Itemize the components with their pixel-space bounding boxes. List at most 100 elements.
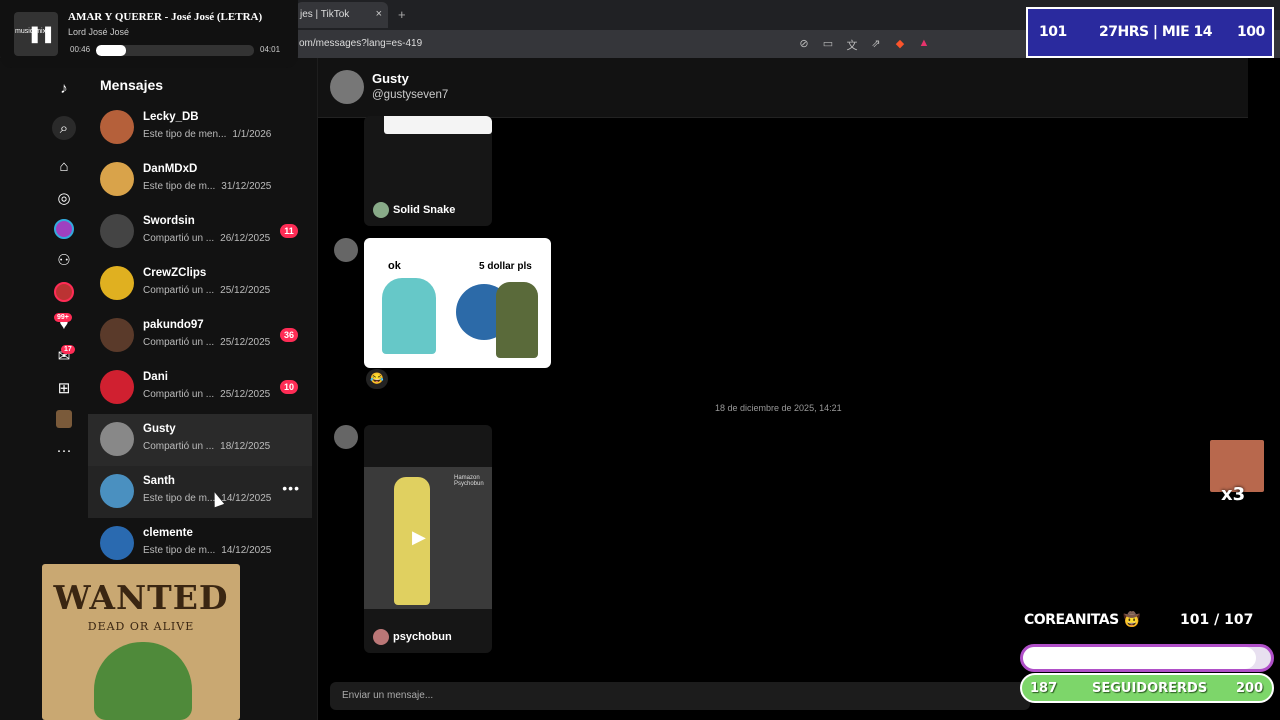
conversation-item[interactable]: Swordsin Compartió un ... 26/12/2025 11 [88, 206, 312, 258]
wanted-title: WANTED [53, 578, 229, 617]
conversation-date: 31/12/2025 [221, 181, 272, 192]
conversation-item[interactable]: CrewZClips Compartió un ... 25/12/2025 [88, 258, 312, 310]
conversation-date: 25/12/2025 [220, 285, 271, 296]
stream-right-number: 100 [1237, 24, 1265, 40]
home-icon[interactable]: ⌂ [52, 154, 76, 178]
chat-handle[interactable]: @gustyseven7 [372, 89, 448, 101]
translate-icon[interactable]: 文 [845, 37, 859, 53]
pause-icon[interactable]: ❚❚ [28, 24, 55, 44]
more-options-icon[interactable]: ••• [282, 480, 300, 496]
conversation-preview-text: Este tipo de m... [143, 545, 216, 556]
conversation-name: clemente [143, 527, 193, 539]
share-icon[interactable]: ⇗ [869, 37, 883, 53]
play-icon[interactable]: ▶ [412, 527, 426, 548]
conversation-preview: Compartió un ... 18/12/2025 [143, 441, 270, 452]
upload-icon[interactable]: ⊞ [52, 376, 76, 400]
conversation-avatar [100, 318, 134, 352]
messages-title: Mensajes [100, 77, 164, 93]
conversation-date: 18/12/2025 [220, 441, 271, 452]
conversation-item[interactable]: DanMDxD Este tipo de m... 31/12/2025 [88, 154, 312, 206]
conversation-preview: Compartió un ... 25/12/2025 [143, 389, 270, 400]
friends-icon[interactable]: ⚇ [52, 248, 76, 272]
conversation-avatar [100, 266, 134, 300]
chat-name[interactable]: Gusty [372, 71, 409, 86]
inbox-badge: 17 [61, 345, 75, 354]
meme-text-left: ok [388, 260, 401, 272]
new-tab-icon[interactable]: + [398, 7, 406, 22]
author-avatar [373, 629, 389, 645]
tiktok-logo-icon[interactable]: ♪ [52, 76, 76, 100]
shared-video-card[interactable]: ▶ Hamazon Psychobun psychobun [364, 425, 492, 653]
conversation-item[interactable]: Santh Este tipo de m... 14/12/2025 ••• [88, 466, 312, 518]
video-watermark: Hamazon Psychobun [454, 475, 484, 487]
conversation-avatar [100, 370, 134, 404]
shared-post-card[interactable]: Solid Snake [364, 116, 492, 226]
conversation-preview-text: Compartió un ... [143, 233, 215, 244]
reaction-emoji[interactable]: 😂 [366, 369, 388, 389]
no-tracking-icon[interactable]: ⊘ [797, 37, 811, 53]
conversation-date: 25/12/2025 [220, 389, 271, 400]
conversation-preview-text: Este tipo de men... [143, 129, 227, 140]
video-thumbnail: ▶ Hamazon Psychobun [364, 467, 492, 609]
conversation-item[interactable]: Dani Compartió un ... 25/12/2025 10 [88, 362, 312, 414]
conversation-item[interactable]: Gusty Compartió un ... 18/12/2025 [88, 414, 312, 466]
conversation-name: Dani [143, 371, 168, 383]
conversation-avatar [100, 214, 134, 248]
author-name: psychobun [393, 631, 452, 643]
shared-video-author[interactable]: psychobun [373, 629, 452, 645]
conversation-name: Gusty [143, 423, 176, 435]
profile-avatar-icon[interactable] [52, 407, 76, 431]
meme-soldier-figure [496, 282, 538, 358]
conversation-preview: Compartió un ... 26/12/2025 [143, 233, 270, 244]
conversation-item[interactable]: pakundo97 Compartió un ... 25/12/2025 36 [88, 310, 312, 362]
rewards-triangle-icon[interactable]: ▲ [917, 37, 931, 53]
conversation-date: 25/12/2025 [220, 337, 271, 348]
conversation-item[interactable]: clemente Este tipo de m... 14/12/2025 [88, 518, 312, 570]
conversation-avatar [100, 526, 134, 560]
tab-close-icon[interactable]: × [376, 8, 382, 20]
cast-icon[interactable]: ▭ [821, 37, 835, 53]
song-progress-fill [96, 45, 127, 56]
conversation-avatar [100, 110, 134, 144]
search-icon[interactable]: ⌕ [52, 116, 76, 140]
goal-progress-fill [1023, 647, 1257, 669]
conversation-item[interactable]: Lecky_DB Este tipo de men... 1/1/2026 [88, 102, 312, 154]
conversation-preview: Este tipo de men... 1/1/2026 [143, 129, 271, 140]
conversation-date: 1/1/2026 [232, 129, 272, 140]
brave-shield-icon[interactable]: ◆ [893, 37, 907, 53]
conversation-avatar [100, 474, 134, 508]
song-progress-bar[interactable] [96, 45, 254, 56]
explore-icon[interactable]: ◎ [52, 186, 76, 210]
stream-counter-box: 101 27HRS | MIE 14 100 [1026, 7, 1274, 58]
conversation-name: Swordsin [143, 215, 195, 227]
unread-badge: 10 [279, 380, 298, 394]
message-sender-avatar[interactable] [334, 238, 358, 262]
url-text[interactable]: om/messages?lang=es-419 [299, 38, 422, 49]
chat-avatar[interactable] [330, 70, 364, 104]
message-sender-avatar[interactable] [334, 425, 358, 449]
author-name: Solid Snake [393, 204, 456, 216]
live-avatar-icon[interactable] [52, 280, 76, 304]
music-player-overlay: music mix ❚❚ AMAR Y QUERER - José José (… [0, 0, 298, 68]
message-input[interactable] [330, 682, 1030, 709]
goal-count: 101 / 107 [1180, 612, 1254, 628]
browser-tab[interactable]: jes | TikTok × [296, 2, 388, 28]
song-artist: Lord José José [68, 27, 130, 37]
conversation-date: 14/12/2025 [221, 545, 272, 556]
album-art: music mix ❚❚ [14, 12, 58, 56]
following-avatar-icon[interactable] [52, 217, 76, 241]
conversation-avatar [100, 422, 134, 456]
meme-text-right: 5 dollar pls [479, 261, 532, 272]
stream-left-number: 101 [1039, 24, 1067, 40]
followers-label: SEGUIDORERDS [1092, 681, 1208, 696]
more-icon[interactable]: ··· [52, 438, 76, 462]
meme-character-figure [382, 278, 436, 354]
conversation-preview: Este tipo de m... 14/12/2025 [143, 545, 271, 556]
conversation-date: 14/12/2025 [221, 493, 272, 504]
followers-end: 200 [1236, 681, 1264, 696]
meme-image[interactable]: ok 5 dollar pls [364, 238, 551, 368]
goal-label: COREANITAS 🤠 [1024, 612, 1140, 628]
shared-post-author[interactable]: Solid Snake [373, 202, 455, 218]
conversation-name: DanMDxD [143, 163, 198, 175]
conversation-name: Santh [143, 475, 175, 487]
